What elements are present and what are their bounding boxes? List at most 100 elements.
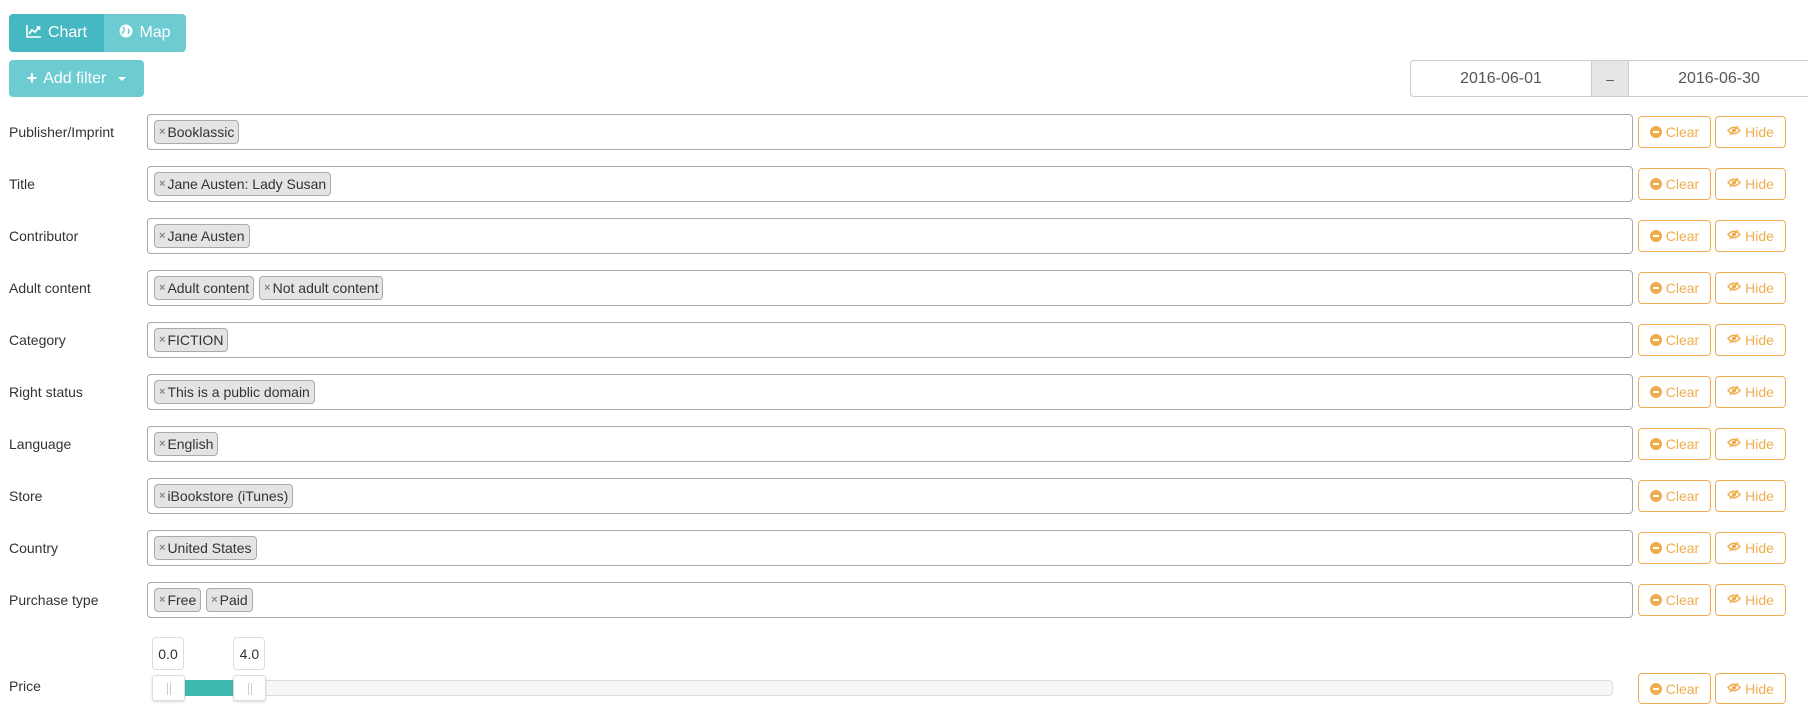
tag-label: Free [167,592,197,608]
filter-tag-input[interactable]: × FICTION [147,322,1633,358]
minus-circle-icon [1649,594,1662,606]
filter-tag-input[interactable]: × Free × Paid [147,582,1633,618]
minus-circle-icon [1649,126,1662,138]
remove-tag-icon[interactable]: × [264,282,270,294]
filter-label: Right status [9,384,83,400]
remove-tag-icon[interactable]: × [159,282,165,294]
clear-button[interactable]: Clear [1638,376,1711,408]
price-min-handle[interactable] [152,675,185,701]
filter-tag-input[interactable]: × Jane Austen [147,218,1633,254]
hide-button[interactable]: Hide [1715,584,1786,616]
filter-tag-input[interactable]: × This is a public domain [147,374,1633,410]
tag-label: English [167,436,214,452]
remove-tag-icon[interactable]: × [159,438,165,450]
filter-label: Purchase type [9,592,99,608]
hide-button[interactable]: Hide [1715,220,1786,252]
remove-tag-icon[interactable]: × [159,542,165,554]
eye-slash-icon [1727,177,1742,191]
remove-tag-icon[interactable]: × [159,594,165,606]
filter-tag-input[interactable]: × Booklassic [147,114,1633,150]
minus-circle-icon [1649,178,1662,190]
filter-label: Store [9,488,43,504]
remove-tag-icon[interactable]: × [211,594,217,606]
chart-view-button[interactable]: Chart [9,14,104,52]
clear-button[interactable]: Clear [1638,480,1711,512]
filter-tag: × Booklassic [154,120,240,144]
minus-circle-icon [1649,438,1662,450]
filter-tag: × United States [154,536,257,560]
remove-tag-icon[interactable]: × [159,230,165,242]
hide-label: Hide [1745,592,1774,608]
tag-label: United States [167,540,252,556]
clear-button[interactable]: Clear [1638,116,1711,148]
price-max-handle[interactable] [233,675,267,701]
eye-slash-icon [1727,437,1742,451]
eye-slash-icon [1727,281,1742,295]
date-range-separator: – [1592,60,1628,97]
clear-button[interactable]: Clear [1638,428,1711,460]
eye-slash-icon [1727,541,1742,555]
price-slider-track[interactable] [152,680,1613,696]
hide-button[interactable]: Hide [1715,480,1786,512]
clear-label: Clear [1665,124,1700,140]
filter-tag-input[interactable]: × English [147,426,1633,462]
eye-slash-icon [1727,229,1742,243]
eye-slash-icon [1727,682,1742,696]
clear-button[interactable]: Clear [1638,673,1711,704]
start-date-input[interactable]: 2016-06-01 [1410,60,1592,97]
filter-tag-input[interactable]: × Adult content × Not adult content [147,270,1633,306]
clear-label: Clear [1665,540,1700,556]
hide-label: Hide [1745,332,1774,348]
filter-tag-input[interactable]: × iBookstore (iTunes) [147,478,1633,514]
remove-tag-icon[interactable]: × [159,334,165,346]
filter-tag-input[interactable]: × Jane Austen: Lady Susan [147,166,1633,202]
hide-label: Hide [1745,280,1774,296]
clear-button[interactable]: Clear [1638,532,1711,564]
clear-label: Clear [1665,488,1700,504]
tag-label: This is a public domain [167,384,310,400]
filter-tag-input[interactable]: × United States [147,530,1633,566]
filter-row: Right status × This is a public domain Clea… [0,374,1808,410]
filter-row: Publisher/Imprint × Booklassic Clear Hide [0,114,1808,150]
tag-label: iBookstore (iTunes) [167,488,289,504]
eye-slash-icon [1727,333,1742,347]
hide-button[interactable]: Hide [1715,324,1786,356]
tag-label: Not adult content [272,280,379,296]
filter-tag: × Jane Austen [154,224,250,248]
tag-label: FICTION [167,332,224,348]
remove-tag-icon[interactable]: × [159,386,165,398]
chart-view-label: Chart [47,24,88,41]
add-filter-button[interactable]: + Add filter [9,60,144,97]
add-filter-label: Add filter [43,69,107,87]
hide-button[interactable]: Hide [1715,168,1786,200]
clear-label: Clear [1665,228,1700,244]
filter-label: Price [9,678,41,694]
hide-button[interactable]: Hide [1715,673,1786,704]
tag-label: Jane Austen: Lady Susan [167,176,327,192]
remove-tag-icon[interactable]: × [159,126,165,138]
tag-label: Paid [219,592,248,608]
caret-down-icon [118,76,127,81]
clear-button[interactable]: Clear [1638,220,1711,252]
filter-tag: × Jane Austen: Lady Susan [154,172,332,196]
hide-button[interactable]: Hide [1715,532,1786,564]
clear-button[interactable]: Clear [1638,168,1711,200]
minus-circle-icon [1649,282,1662,294]
map-view-button[interactable]: Map [104,14,186,52]
date-range-picker: 2016-06-01 – 2016-06-30 [1410,60,1808,97]
minus-circle-icon [1649,542,1662,554]
clear-button[interactable]: Clear [1638,324,1711,356]
hide-button[interactable]: Hide [1715,116,1786,148]
hide-button[interactable]: Hide [1715,376,1786,408]
remove-tag-icon[interactable]: × [159,490,165,502]
filter-row: Contributor × Jane Austen Clear Hide [0,218,1808,254]
remove-tag-icon[interactable]: × [159,178,165,190]
end-date-input[interactable]: 2016-06-30 [1628,60,1808,97]
filter-row: Category × FICTION Clear Hide [0,322,1808,358]
clear-button[interactable]: Clear [1638,272,1711,304]
hide-button[interactable]: Hide [1715,272,1786,304]
clear-button[interactable]: Clear [1638,584,1711,616]
filter-tag: × iBookstore (iTunes) [154,484,294,508]
hide-label: Hide [1745,124,1774,140]
hide-button[interactable]: Hide [1715,428,1786,460]
